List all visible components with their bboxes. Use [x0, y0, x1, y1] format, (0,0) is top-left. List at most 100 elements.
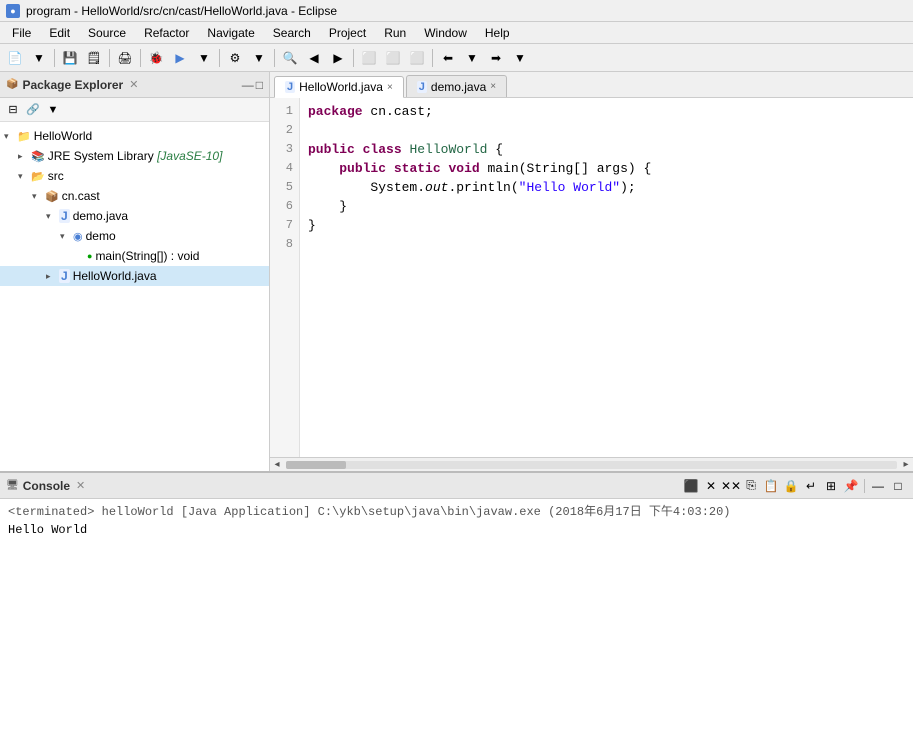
- console-open-console[interactable]: ⊞: [822, 477, 840, 495]
- toolbar-run2[interactable]: ▼: [193, 47, 215, 69]
- tree-arrow-demo-class: ▾: [60, 231, 70, 242]
- toolbar-print[interactable]: 🖨: [114, 47, 136, 69]
- line-numbers: 12345678: [270, 98, 300, 457]
- console-output-line: Hello World: [8, 521, 905, 539]
- scroll-right[interactable]: ▸: [899, 458, 913, 472]
- sep5: [274, 49, 275, 67]
- tree-label-jre: JRE System Library [JavaSE-10]: [48, 149, 223, 163]
- menu-item-refactor[interactable]: Refactor: [136, 24, 197, 42]
- tab-label-helloworld-tab: HelloWorld.java: [299, 80, 383, 94]
- panel-minimize[interactable]: —: [242, 78, 254, 92]
- toolbar-run[interactable]: ▶: [169, 47, 191, 69]
- tree-item-jre[interactable]: ▸📚JRE System Library [JavaSE-10]: [0, 146, 269, 166]
- toolbar-debug[interactable]: 🐞: [145, 47, 167, 69]
- toolbar-next[interactable]: ▶: [327, 47, 349, 69]
- toolbar-new2[interactable]: ▼: [28, 47, 50, 69]
- toolbar-save[interactable]: 💾: [59, 47, 81, 69]
- toolbar-persp3[interactable]: ⬜: [406, 47, 428, 69]
- code-area: 12345678 package cn.cast; public class H…: [270, 98, 913, 457]
- scroll-left[interactable]: ◂: [270, 458, 284, 472]
- package-explorer-header: 📦 Package Explorer ✕ — □: [0, 72, 269, 98]
- pe-menu[interactable]: ▼: [44, 101, 62, 119]
- tree-icon-helloworld: 📁: [17, 130, 31, 143]
- pe-collapse-all[interactable]: ⊟: [4, 101, 22, 119]
- menu-item-edit[interactable]: Edit: [41, 24, 78, 42]
- console-maximize[interactable]: □: [889, 477, 907, 495]
- scroll-thumb[interactable]: [286, 461, 346, 469]
- tab-icon-demo-tab: J: [417, 81, 427, 93]
- tree-label-demo.java: demo.java: [73, 209, 128, 223]
- tab-close-demo-tab[interactable]: ×: [490, 81, 496, 92]
- tree-icon-cn.cast: 📦: [45, 190, 59, 203]
- tree-arrow-jre: ▸: [18, 151, 28, 162]
- toolbar-persp2[interactable]: ⬜: [382, 47, 404, 69]
- panel-maximize[interactable]: □: [256, 78, 263, 92]
- sep6: [353, 49, 354, 67]
- sep1: [54, 49, 55, 67]
- tab-helloworld-tab[interactable]: JHelloWorld.java×: [274, 76, 404, 98]
- console-copy[interactable]: ⎘: [742, 477, 760, 495]
- scroll-track[interactable]: [286, 461, 897, 469]
- tree-item-helloworld[interactable]: ▾📁HelloWorld: [0, 126, 269, 146]
- window-title: program - HelloWorld/src/cn/cast/HelloWo…: [26, 4, 337, 18]
- code-content[interactable]: package cn.cast; public class HelloWorld…: [300, 98, 913, 457]
- menu-item-project[interactable]: Project: [321, 24, 374, 42]
- console-stop[interactable]: ⬛: [682, 477, 700, 495]
- console-header: 🖥 Console ✕ ⬛ ✕ ✕✕ ⎘ 📋 🔒 ↵ ⊞ 📌 — □: [0, 473, 913, 499]
- menu-item-navigate[interactable]: Navigate: [199, 24, 262, 42]
- toolbar-back[interactable]: ⬅: [437, 47, 459, 69]
- tree-item-demo-class[interactable]: ▾◉demo: [0, 226, 269, 246]
- tab-label-demo-tab: demo.java: [431, 80, 486, 94]
- menu-item-search[interactable]: Search: [265, 24, 319, 42]
- console-paste[interactable]: 📋: [762, 477, 780, 495]
- tree-icon-demo-class: ◉: [73, 230, 83, 243]
- menu-item-run[interactable]: Run: [376, 24, 414, 42]
- console-scroll-lock[interactable]: 🔒: [782, 477, 800, 495]
- console-word-wrap[interactable]: ↵: [802, 477, 820, 495]
- menu-item-help[interactable]: Help: [477, 24, 518, 42]
- line-num-8: 8: [270, 235, 299, 254]
- editor-tabs: JHelloWorld.java×Jdemo.java×: [270, 72, 913, 98]
- menu-item-file[interactable]: File: [4, 24, 39, 42]
- console-pin[interactable]: 📌: [842, 477, 860, 495]
- line-num-2: 2: [270, 121, 299, 140]
- console-terminate[interactable]: ✕: [702, 477, 720, 495]
- tree-icon-jre: 📚: [31, 150, 45, 163]
- console-close-indicator: ✕: [76, 479, 85, 492]
- console-remove[interactable]: ✕✕: [722, 477, 740, 495]
- tree-item-HelloWorld.java[interactable]: ▸JHelloWorld.java: [0, 266, 269, 286]
- tree-arrow-src: ▾: [18, 171, 28, 182]
- toolbar-ext2[interactable]: ▼: [248, 47, 270, 69]
- pe-link-editor[interactable]: 🔗: [24, 101, 42, 119]
- toolbar-perspective[interactable]: ⬜: [358, 47, 380, 69]
- toolbar-fwd2[interactable]: ▼: [509, 47, 531, 69]
- workspace: 📦 Package Explorer ✕ — □ ⊟ 🔗 ▼ ▾📁HelloWo…: [0, 72, 913, 471]
- tab-demo-tab[interactable]: Jdemo.java ×: [406, 75, 507, 97]
- title-bar: ● program - HelloWorld/src/cn/cast/Hello…: [0, 0, 913, 22]
- tree-label-main-method: main(String[]) : void: [95, 249, 199, 263]
- menu-item-window[interactable]: Window: [416, 24, 475, 42]
- package-tree: ▾📁HelloWorld▸📚JRE System Library [JavaSE…: [0, 122, 269, 471]
- tab-close-helloworld-tab[interactable]: ×: [387, 82, 393, 93]
- toolbar-save-all[interactable]: 🗒: [83, 47, 105, 69]
- menu-item-source[interactable]: Source: [80, 24, 134, 42]
- toolbar-prev[interactable]: ◀: [303, 47, 325, 69]
- toolbar: 📄 ▼ 💾 🗒 🖨 🐞 ▶ ▼ ⚙ ▼ 🔍 ◀ ▶ ⬜ ⬜ ⬜ ⬅ ▼ ➡ ▼: [0, 44, 913, 72]
- horizontal-scrollbar[interactable]: ◂ ▸: [270, 457, 913, 471]
- editor-area: JHelloWorld.java×Jdemo.java× 12345678 pa…: [270, 72, 913, 471]
- line-num-1: 1: [270, 102, 299, 121]
- tree-label-helloworld: HelloWorld: [34, 129, 92, 143]
- tree-item-main-method[interactable]: ●main(String[]) : void: [0, 246, 269, 266]
- toolbar-new[interactable]: 📄: [4, 47, 26, 69]
- tree-item-cn.cast[interactable]: ▾📦cn.cast: [0, 186, 269, 206]
- console-minimize[interactable]: —: [869, 477, 887, 495]
- tree-item-src[interactable]: ▾📂src: [0, 166, 269, 186]
- line-num-5: 5: [270, 178, 299, 197]
- toolbar-back2[interactable]: ▼: [461, 47, 483, 69]
- toolbar-external[interactable]: ⚙: [224, 47, 246, 69]
- toolbar-fwd[interactable]: ➡: [485, 47, 507, 69]
- sep3: [140, 49, 141, 67]
- tree-icon-demo.java: J: [59, 209, 70, 223]
- tree-item-demo.java[interactable]: ▾Jdemo.java: [0, 206, 269, 226]
- toolbar-search[interactable]: 🔍: [279, 47, 301, 69]
